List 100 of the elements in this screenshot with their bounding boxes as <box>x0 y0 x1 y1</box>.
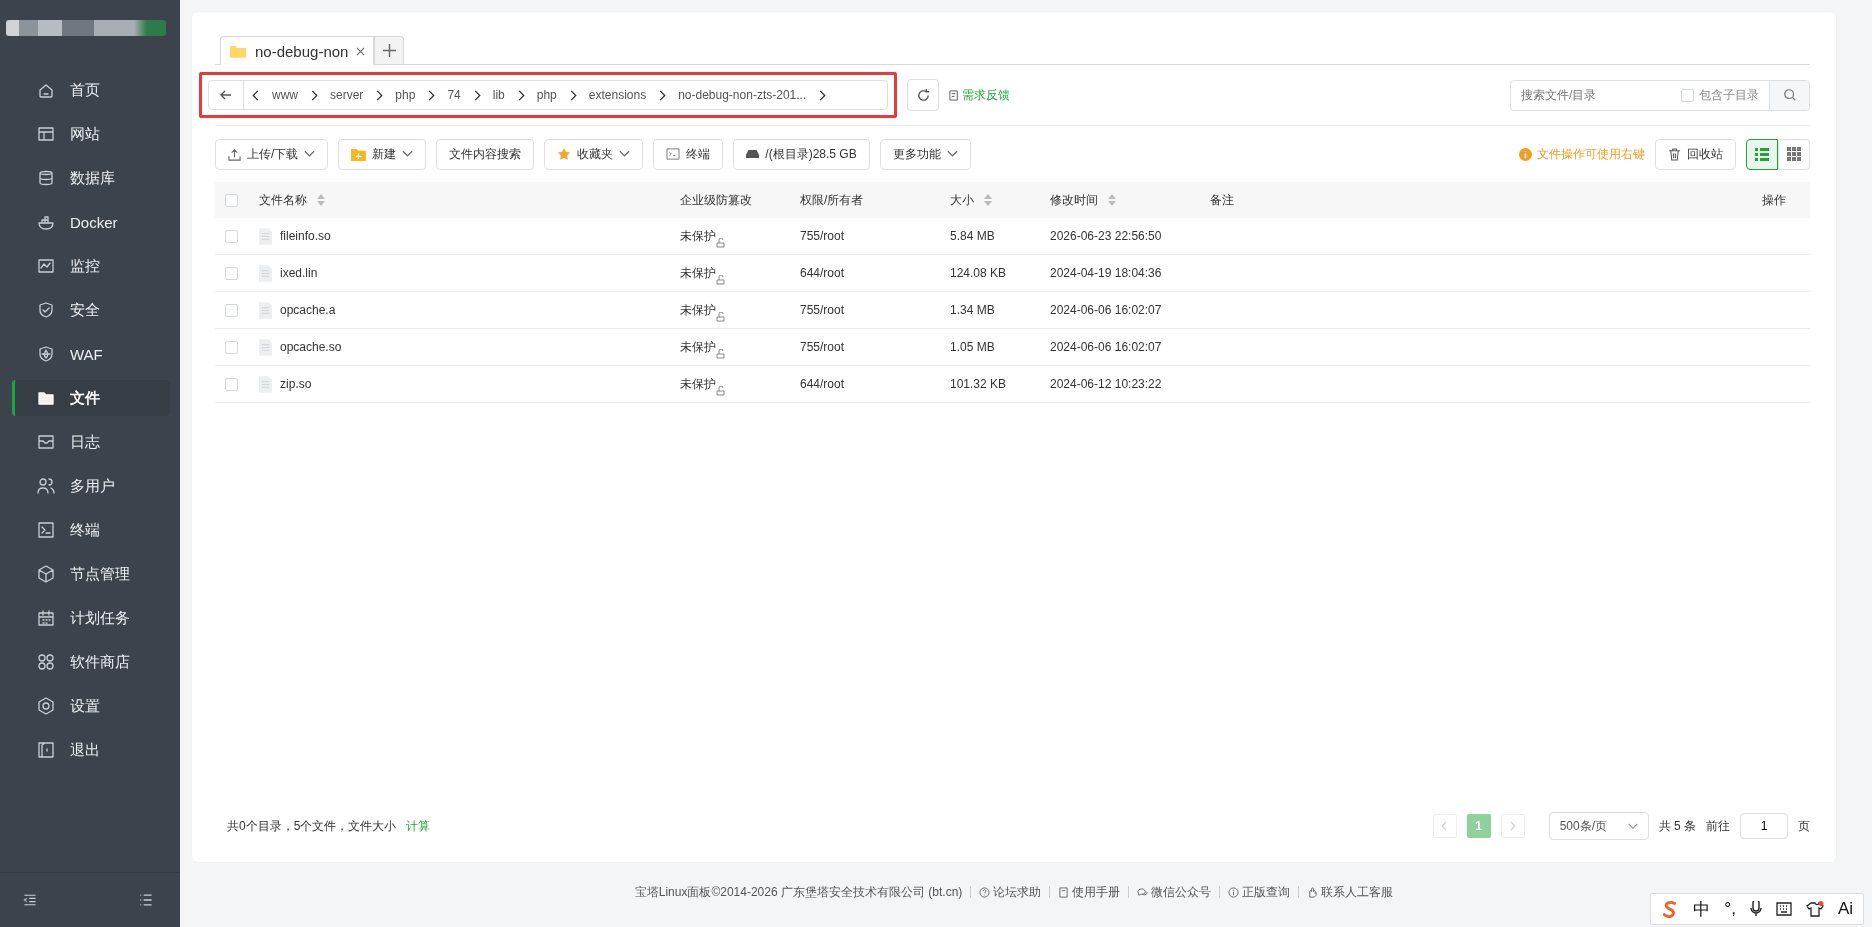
table-cell[interactable]: 644/root <box>800 377 845 391</box>
sidebar-item[interactable]: Docker <box>12 204 170 240</box>
protection-status[interactable]: 未保护 <box>680 264 716 282</box>
path-bar[interactable]: www server php 74 lib php extensions no-debug-non-zts-201... <box>208 80 888 110</box>
sidebar-item[interactable]: 网站 <box>12 116 170 152</box>
collapse-icon[interactable] <box>22 892 38 908</box>
column-header[interactable]: 文件名称 <box>259 191 325 209</box>
unlock-icon[interactable] <box>716 385 726 396</box>
footer-link[interactable]: 使用手册 <box>1058 883 1121 901</box>
column-header[interactable]: 大小 <box>950 191 992 209</box>
path-segment[interactable]: extensions <box>584 88 651 102</box>
unlock-icon[interactable] <box>716 348 726 359</box>
row-checkbox[interactable] <box>225 303 238 317</box>
chevron-right-icon[interactable] <box>818 89 827 101</box>
sidebar-item[interactable]: WAF <box>12 336 170 372</box>
column-header[interactable]: 备注 <box>1210 191 1234 209</box>
list-view-button[interactable] <box>1746 138 1778 170</box>
chevron-right-icon[interactable] <box>472 89 481 101</box>
grid-view-button[interactable] <box>1778 138 1810 170</box>
table-cell[interactable]: 644/root <box>800 266 845 280</box>
path-segment[interactable]: 74 <box>443 88 465 102</box>
footer-link[interactable]: 论坛求助 <box>979 883 1042 901</box>
column-header[interactable]: 修改时间 <box>1050 191 1116 209</box>
sidebar-item[interactable]: 数据库 <box>12 160 170 196</box>
toolbar-button[interactable]: 终端 <box>653 138 724 170</box>
add-tab-button[interactable] <box>374 36 405 64</box>
footer-link[interactable]: 联系人工客服 <box>1307 883 1394 901</box>
row-checkbox[interactable] <box>225 340 238 354</box>
path-segment[interactable]: www <box>268 88 302 102</box>
chevron-left-icon[interactable] <box>252 89 260 101</box>
ime-punctuation[interactable]: °, <box>1724 899 1736 919</box>
toolbar-button[interactable]: /(根目录)28.5 GB <box>733 138 870 170</box>
toolbar-button[interactable]: 更多功能 <box>879 138 971 170</box>
file-name[interactable]: ixed.lin <box>280 266 318 280</box>
ai-assistant[interactable]: Ai <box>1837 899 1853 919</box>
footer-link[interactable]: 微信公众号 <box>1137 883 1212 901</box>
unlock-icon[interactable] <box>716 274 726 285</box>
sidebar-item[interactable]: 文件 <box>12 380 170 416</box>
footer-link[interactable]: 正版查询 <box>1228 883 1291 901</box>
path-segment[interactable]: php <box>532 88 561 102</box>
page-size-select[interactable]: 500条/页 <box>1548 812 1649 840</box>
page-input[interactable]: 1 <box>1740 813 1788 839</box>
protection-status[interactable]: 未保护 <box>680 301 716 319</box>
column-header[interactable]: 企业级防篡改 <box>680 191 752 209</box>
protection-status[interactable]: 未保护 <box>680 338 716 356</box>
table-cell[interactable]: 755/root <box>800 303 845 317</box>
chevron-right-icon[interactable] <box>310 89 318 101</box>
column-header[interactable]: 权限/所有者 <box>800 191 864 209</box>
unlock-icon[interactable] <box>716 237 726 248</box>
page-unit: 页 <box>1798 817 1810 835</box>
chevron-right-icon[interactable] <box>658 89 667 101</box>
chevron-right-icon[interactable] <box>375 89 384 101</box>
protection-status[interactable]: 未保护 <box>680 375 716 393</box>
chevron-right-icon[interactable] <box>568 89 577 101</box>
file-name[interactable]: opcache.a <box>280 303 336 317</box>
row-checkbox[interactable] <box>225 266 238 280</box>
sidebar-item[interactable]: 终端 <box>12 512 170 548</box>
unlock-icon[interactable] <box>716 311 726 322</box>
sidebar-item[interactable]: 设置 <box>12 688 170 724</box>
chevron-right-icon[interactable] <box>516 89 525 101</box>
close-icon[interactable] <box>356 46 366 56</box>
sidebar-item[interactable]: 首页 <box>12 72 170 108</box>
list-icon[interactable] <box>138 892 154 908</box>
toolbar-button[interactable]: 上传/下载 <box>215 138 329 170</box>
table-cell[interactable]: 755/root <box>800 340 845 354</box>
column-header[interactable]: 操作 <box>1762 191 1786 209</box>
sidebar-item[interactable]: 退出 <box>12 732 170 768</box>
sidebar-item[interactable]: 日志 <box>12 424 170 460</box>
sidebar-item[interactable]: 计划任务 <box>12 600 170 636</box>
table-cell[interactable]: 755/root <box>800 229 845 243</box>
sidebar-item[interactable]: 安全 <box>12 292 170 328</box>
row-checkbox[interactable] <box>225 229 238 243</box>
select-all-checkbox[interactable] <box>225 193 238 207</box>
microphone-icon[interactable] <box>1749 901 1762 917</box>
file-name[interactable]: zip.so <box>280 377 312 391</box>
sidebar-item[interactable]: 节点管理 <box>12 556 170 592</box>
include-subdirs-checkbox[interactable]: 包含子目录 <box>1681 86 1769 104</box>
sidebar-item[interactable]: 软件商店 <box>12 644 170 680</box>
sidebar-item[interactable]: 多用户 <box>12 468 170 504</box>
search-field[interactable]: 搜索文件/目录 包含子目录 <box>1510 79 1810 111</box>
recycle-bin-button[interactable]: 回收站 <box>1655 138 1736 170</box>
row-checkbox[interactable] <box>225 377 238 391</box>
search-button[interactable] <box>1769 80 1809 110</box>
ime-mode[interactable]: 中 <box>1693 897 1711 921</box>
keyboard-icon[interactable] <box>1775 902 1792 916</box>
file-name[interactable]: fileinfo.so <box>280 229 331 243</box>
path-segment[interactable]: server <box>326 88 368 102</box>
path-segment[interactable]: php <box>391 88 420 102</box>
protection-status[interactable]: 未保护 <box>680 227 716 245</box>
refresh-button[interactable] <box>907 79 939 111</box>
toolbar-button[interactable]: 收藏夹 <box>544 138 644 170</box>
file-name[interactable]: opcache.so <box>280 340 342 354</box>
path-segment[interactable]: lib <box>488 88 509 102</box>
toolbar-button[interactable]: 新建 <box>338 138 427 170</box>
file-tab[interactable]: no-debug-non <box>220 36 375 65</box>
path-segment[interactable]: no-debug-non-zts-201... <box>674 88 811 102</box>
chevron-right-icon[interactable] <box>427 89 436 101</box>
toolbar-button[interactable]: 文件内容搜索 <box>436 138 535 170</box>
shirt-icon[interactable] <box>1805 901 1824 917</box>
sidebar-item[interactable]: 监控 <box>12 248 170 284</box>
